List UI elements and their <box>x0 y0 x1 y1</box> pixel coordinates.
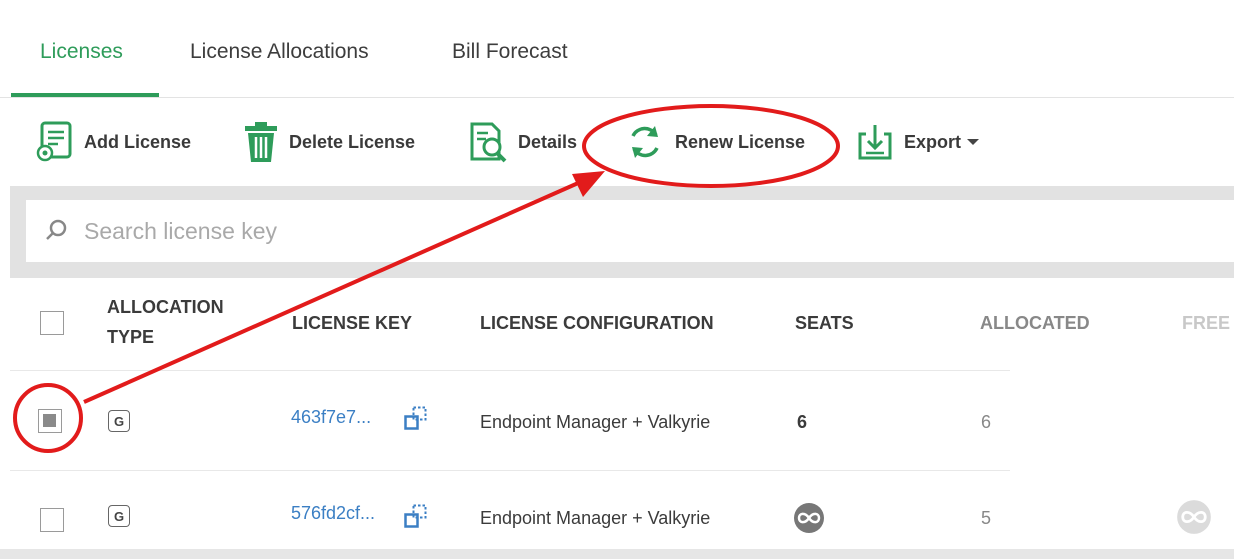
refresh-icon <box>631 126 659 158</box>
trash-icon <box>245 122 277 162</box>
search-icon <box>46 219 67 240</box>
export-icon <box>858 125 892 160</box>
search-input[interactable] <box>82 216 986 246</box>
tab-bar: Licenses License Allocations Bill Foreca… <box>0 0 1234 98</box>
row-divider <box>10 370 1010 371</box>
search-container <box>26 200 1234 262</box>
delete-license-button[interactable]: Delete License <box>243 116 415 168</box>
tab-licenses[interactable]: Licenses <box>40 40 123 64</box>
license-configuration-cell: Endpoint Manager + Valkyrie <box>480 508 711 528</box>
delete-license-label: Delete License <box>289 131 416 152</box>
renew-license-label: Renew License <box>675 131 806 152</box>
active-tab-indicator <box>11 93 159 97</box>
license-key-link[interactable]: 463f7e7... <box>291 407 371 428</box>
details-label: Details <box>518 131 578 152</box>
column-header-allocated[interactable]: ALLOCATED <box>980 308 1090 338</box>
renew-license-button[interactable]: Renew License <box>625 116 805 168</box>
allocation-type-badge: G <box>108 505 130 527</box>
allocation-type-header-line1: ALLOCATION <box>107 297 224 317</box>
column-header-allocation-type[interactable]: ALLOCATION TYPE <box>107 292 224 352</box>
row-checkbox[interactable] <box>40 508 64 532</box>
seats-cell: 6 <box>797 412 808 432</box>
allocation-type-header-line2: TYPE <box>107 327 155 347</box>
export-label: Export <box>904 131 962 152</box>
chevron-down-icon <box>967 139 980 145</box>
license-key-link[interactable]: 576fd2cf... <box>291 503 375 524</box>
details-icon <box>470 122 507 163</box>
add-license-label: Add License <box>84 131 192 152</box>
column-header-license-configuration[interactable]: LICENSE CONFIGURATION <box>480 308 714 338</box>
select-all-checkbox[interactable] <box>40 311 64 335</box>
column-header-license-key[interactable]: LICENSE KEY <box>292 308 412 338</box>
toolbar: Add License Delete License Details Renew… <box>0 98 1234 188</box>
license-configuration-cell: Endpoint Manager + Valkyrie <box>480 412 711 432</box>
add-license-icon <box>36 121 72 162</box>
add-license-button[interactable]: Add License <box>36 116 191 168</box>
row-checkbox[interactable] <box>38 409 62 433</box>
column-header-seats[interactable]: SEATS <box>795 308 854 338</box>
tab-bill-forecast[interactable]: Bill Forecast <box>452 40 568 64</box>
copy-icon[interactable] <box>404 406 430 432</box>
allocated-cell: 5 <box>981 508 992 528</box>
unlimited-icon <box>1177 500 1211 534</box>
export-button[interactable]: Export <box>856 116 980 168</box>
details-button[interactable]: Details <box>468 116 577 168</box>
copy-icon[interactable] <box>404 504 430 530</box>
allocation-type-badge: G <box>108 410 130 432</box>
allocated-cell: 6 <box>981 412 992 432</box>
tab-license-allocations[interactable]: License Allocations <box>190 40 369 64</box>
column-header-free[interactable]: FREE <box>1182 308 1230 338</box>
unlimited-icon <box>794 503 824 533</box>
bottom-scroll-strip <box>0 549 1234 559</box>
row-divider <box>10 470 1010 471</box>
